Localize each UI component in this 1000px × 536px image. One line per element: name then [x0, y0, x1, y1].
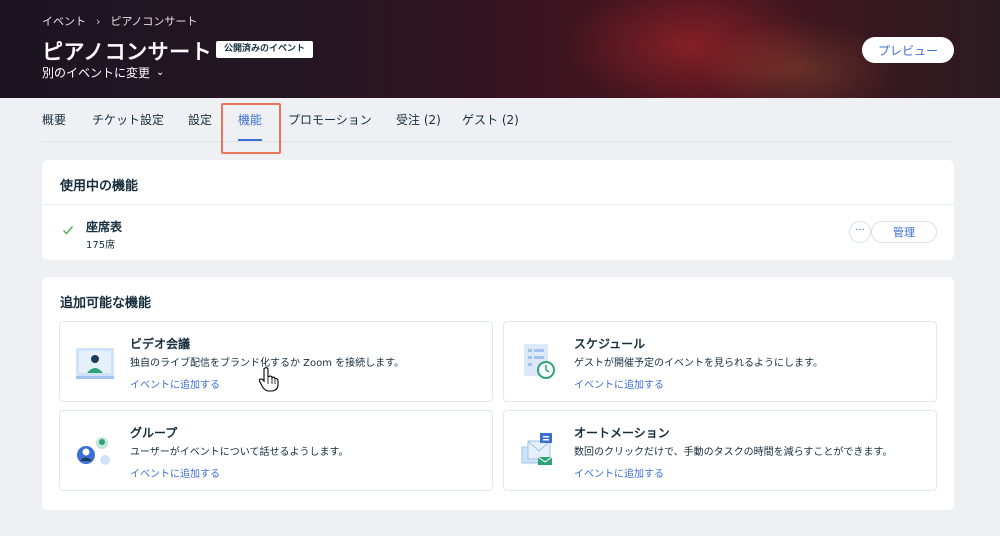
schedule-icon	[524, 344, 555, 379]
group-icon	[77, 437, 110, 465]
feature-desc-automation: 数回のクリックだけで、手動のタスクの時間を減らすことができます。	[574, 447, 893, 458]
feature-tile-schedule[interactable]: スケジュール ゲストが開催予定のイベントを見られるようにします。 イベントに追加…	[503, 321, 937, 402]
active-features-card: 使用中の機能 座席表 175席 ··· 管理	[42, 160, 954, 260]
tab-bar: 概要 チケット設定 設定 機能 プロモーション 受注 (2) ゲスト (2)	[42, 98, 954, 142]
breadcrumb-events-link[interactable]: イベント	[42, 13, 86, 29]
manage-button[interactable]: 管理	[871, 221, 937, 243]
automation-icon	[521, 433, 553, 465]
tab-orders[interactable]: 受注 (2)	[396, 111, 441, 128]
available-features-title: 追加可能な機能	[60, 296, 152, 311]
feature-title-group: グループ	[130, 426, 178, 440]
feature-title-video: ビデオ会議	[130, 337, 191, 351]
feature-tile-group[interactable]: グループ ユーザーがイベントについて話せるようします。 イベントに追加する	[59, 410, 493, 491]
feature-title-automation: オートメーション	[574, 426, 670, 440]
available-features-card: 追加可能な機能 ビデオ会議 独自のライブ配信をブランド化するか Zoom を接続…	[42, 277, 954, 510]
chevron-down-icon: ⌄	[156, 67, 165, 78]
page-title: ピアノコンサート	[42, 40, 213, 64]
chevron-right-icon: ›	[96, 14, 101, 28]
add-to-event-link-automation[interactable]: イベントに追加する	[574, 465, 664, 480]
switch-event-dropdown[interactable]: 別のイベントに変更 ⌄	[42, 64, 164, 81]
add-to-event-link-schedule[interactable]: イベントに追加する	[574, 376, 664, 391]
more-actions-button[interactable]: ···	[849, 221, 871, 243]
feature-name-seating: 座席表	[86, 220, 123, 234]
check-icon	[63, 226, 74, 235]
tab-ticket-settings[interactable]: チケット設定	[92, 111, 164, 128]
active-features-title: 使用中の機能	[60, 179, 139, 194]
feature-desc-schedule: ゲストが開催予定のイベントを見られるようにします。	[574, 358, 823, 369]
switch-event-label: 別のイベントに変更	[42, 66, 151, 80]
video-conference-icon	[76, 348, 114, 379]
preview-button[interactable]: プレビュー	[862, 37, 954, 63]
feature-detail-seating: 175席	[86, 240, 116, 251]
event-header: イベント › ピアノコンサート ピアノコンサート 公開済みのイベント 別のイベン…	[0, 0, 1000, 98]
breadcrumb: イベント › ピアノコンサート	[42, 13, 197, 29]
tab-highlight-annotation	[221, 103, 281, 154]
feature-tile-automation[interactable]: オートメーション 数回のクリックだけで、手動のタスクの時間を減らすことができます…	[503, 410, 937, 491]
feature-desc-group: ユーザーがイベントについて話せるようします。	[130, 447, 349, 458]
feature-title-schedule: スケジュール	[574, 337, 646, 351]
tab-settings[interactable]: 設定	[188, 111, 212, 128]
hand-pointer-cursor-icon	[258, 367, 279, 392]
tab-promotion[interactable]: プロモーション	[288, 111, 372, 128]
status-badge: 公開済みのイベント	[216, 41, 314, 58]
tab-overview[interactable]: 概要	[42, 111, 66, 128]
add-to-event-link-group[interactable]: イベントに追加する	[130, 465, 220, 480]
breadcrumb-current: ピアノコンサート	[110, 15, 198, 28]
card-divider	[42, 204, 954, 205]
add-to-event-link-video[interactable]: イベントに追加する	[130, 376, 220, 391]
tab-guests[interactable]: ゲスト (2)	[462, 111, 519, 128]
